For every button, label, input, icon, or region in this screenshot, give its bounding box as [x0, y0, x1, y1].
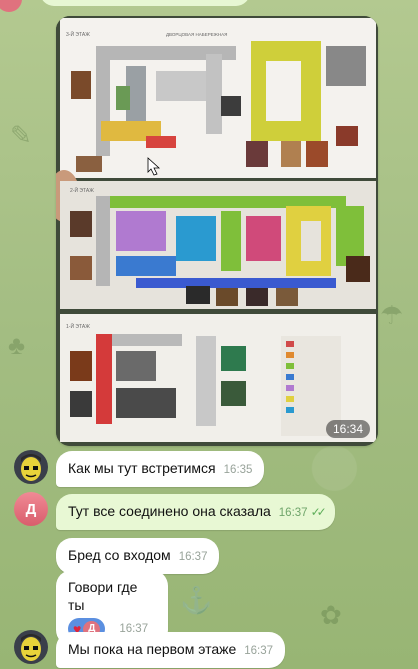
sender-avatar-d[interactable]: Д — [14, 492, 48, 526]
avatar-initial: Д — [25, 500, 37, 518]
wallpaper-doodle-icon: ♣ — [8, 330, 26, 360]
wallpaper-doodle-icon: ⚓ — [180, 585, 213, 615]
message-bubble[interactable]: Мы пока на первом этаже 16:37 — [56, 632, 286, 668]
message-text: Мы пока на первом этаже — [68, 641, 237, 657]
message-text: Бред со входом — [68, 547, 171, 563]
photo-timestamp: 16:34 — [325, 420, 370, 438]
message-bubble[interactable]: Бред со входом 16:37 — [56, 538, 220, 574]
message-text: Тут все соединено она сказала — [68, 503, 271, 519]
wallpaper-doodle-icon: ✎ — [10, 120, 32, 150]
sender-avatar-cartoon[interactable] — [14, 630, 48, 664]
wallpaper-doodle-icon: ☂ — [380, 300, 404, 330]
photo-message[interactable]: 3-Й ЭТАЖ ДВОРЦОВАЯ НАБЕРЕЖНАЯ 2-Й ЭТАЖ 1… — [56, 16, 378, 446]
message-text: Говори где ты — [68, 579, 138, 613]
street-label-top: ДВОРЦОВАЯ НАБЕРЕЖНАЯ — [166, 32, 227, 37]
previous-message-bubble[interactable] — [40, 0, 250, 6]
floor-label-2: 2-Й ЭТАЖ — [70, 186, 94, 194]
message-text: Как мы тут встретимся — [68, 460, 216, 476]
message-time: 16:37 — [244, 645, 274, 657]
double-check-icon: ✓✓ — [310, 505, 327, 519]
sender-avatar-cartoon[interactable] — [14, 450, 48, 484]
message-time: 16:37 — [278, 507, 308, 519]
message-time: 16:37 — [178, 551, 208, 563]
floor-label-3: 3-Й ЭТАЖ — [66, 30, 90, 38]
cartoon-face-icon — [14, 450, 48, 484]
museum-floor-plan-photo: 3-Й ЭТАЖ ДВОРЦОВАЯ НАБЕРЕЖНАЯ 2-Й ЭТАЖ 1… — [56, 16, 378, 446]
sender-avatar[interactable] — [0, 0, 22, 12]
message-bubble[interactable]: Как мы тут встретимся 16:35 — [56, 451, 265, 487]
message-bubble[interactable]: Тут все соединено она сказала 16:37 ✓✓ — [56, 494, 335, 530]
cartoon-face-icon — [14, 630, 48, 664]
floor-label-1: 1-Й ЭТАЖ — [66, 322, 90, 330]
wallpaper-doodle-icon: ✿ — [320, 600, 342, 630]
message-time: 16:35 — [223, 464, 253, 476]
